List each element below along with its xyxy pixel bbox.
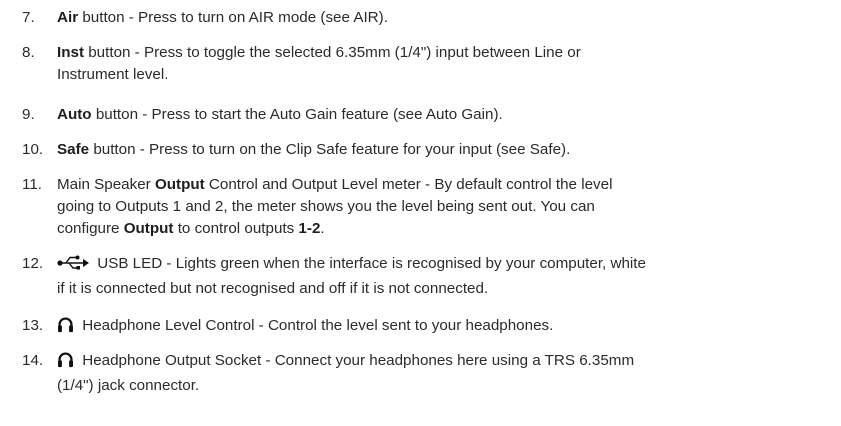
headphones-icon <box>57 316 74 340</box>
headphones-icon <box>57 351 74 375</box>
item-number: 11. <box>22 176 42 193</box>
item-number: 14. <box>22 352 44 369</box>
item-text: USB LED - Lights green when the interfac… <box>57 255 646 297</box>
item-text: Main Speaker Output Control and Output L… <box>57 176 613 237</box>
item-text: Safe button - Press to turn on the Clip … <box>57 141 571 158</box>
bold-term: Safe <box>57 141 90 158</box>
item-text: Headphone Output Socket - Connect your h… <box>57 351 635 394</box>
item-text: Air button - Press to turn on AIR mode (… <box>57 9 388 26</box>
bold-term: Air <box>57 9 79 26</box>
item-text: Headphone Level Control - Control the le… <box>57 315 827 340</box>
bold-term: Output <box>123 220 174 237</box>
usb-icon <box>57 255 89 278</box>
item-text: Inst button - Press to toggle the select… <box>57 44 581 83</box>
item-number: 13. <box>22 317 44 334</box>
item-text: Auto button - Press to start the Auto Ga… <box>57 106 503 123</box>
item-number: 7. <box>22 9 35 26</box>
item-number: 8. <box>22 44 35 61</box>
bold-term: Output <box>154 176 205 193</box>
bold-term: Inst <box>57 44 85 61</box>
item-number: 12. <box>22 255 44 272</box>
item-number: 9. <box>22 106 35 123</box>
bold-term: 1 <box>298 220 307 237</box>
bold-term: Auto <box>57 106 92 123</box>
item-number: 10. <box>22 141 44 158</box>
